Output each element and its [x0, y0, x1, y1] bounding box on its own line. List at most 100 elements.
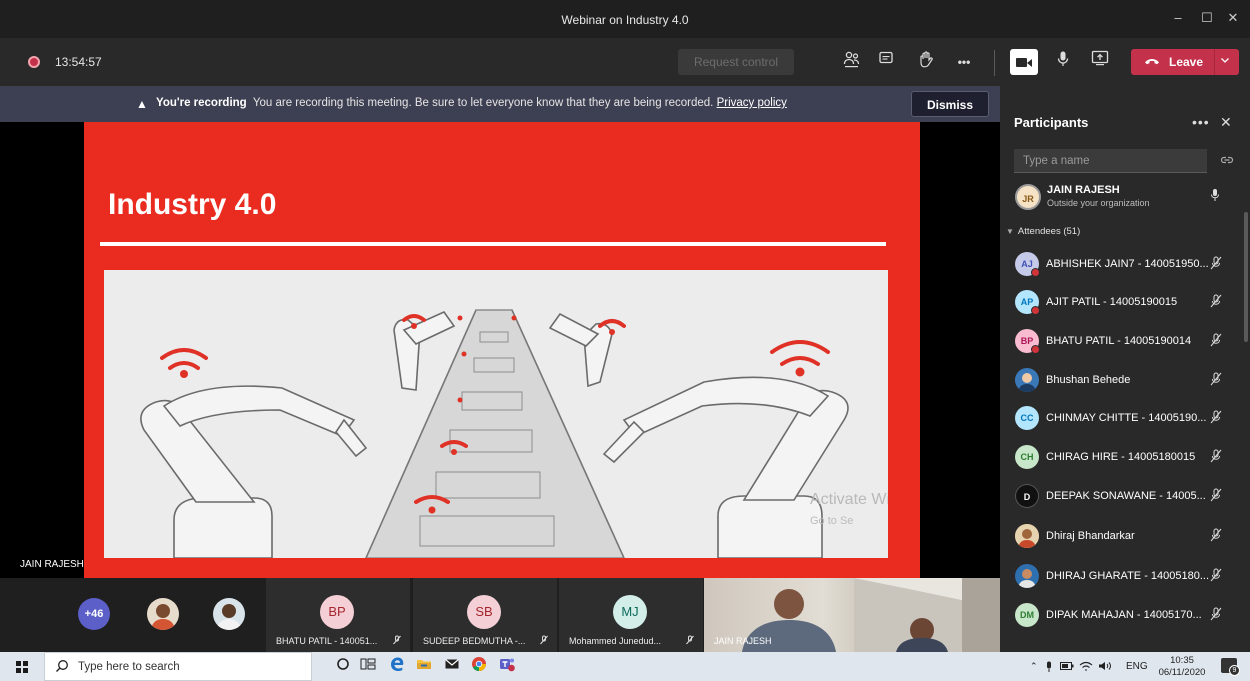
more-actions-icon[interactable]: ••• [952, 50, 976, 74]
list-item[interactable]: BP BHATU PATIL - 14005190014 [1014, 327, 1238, 357]
participant-photo-avatar[interactable] [147, 598, 179, 630]
microphone-icon[interactable] [1051, 50, 1075, 74]
edge-browser-icon[interactable] [386, 656, 408, 678]
taskbar-search-placeholder: Type here to search [78, 661, 180, 673]
mic-off-icon [1210, 449, 1222, 466]
recording-message: You're recording You are recording this … [156, 97, 787, 109]
participant-name: DHIRAJ GHARATE - 14005180... [1046, 570, 1210, 582]
tile-name: Mohammed Junedud... [569, 636, 662, 646]
participant-name: CHIRAG HIRE - 14005180015 [1046, 451, 1196, 463]
taskbar-clock[interactable]: 10:35 06/11/2020 [1157, 655, 1207, 679]
mic-off-icon [1210, 488, 1222, 505]
windows-start-icon[interactable] [16, 661, 28, 673]
mic-off-icon [1210, 568, 1222, 585]
share-invite-link-icon[interactable] [1220, 154, 1234, 169]
shared-content-stage: Industry 4.0 Activate Wi Go to Se JAIN R… [0, 122, 1000, 578]
participant-search-input[interactable] [1014, 149, 1207, 173]
panel-more-icon[interactable]: ••• [1192, 114, 1210, 130]
raise-hand-icon[interactable] [914, 50, 938, 74]
organizer-subtitle: Outside your organization [1047, 198, 1150, 208]
video-name-label: JAIN RAJESH [714, 636, 772, 646]
watermark-text-2: Go to Se [810, 515, 853, 527]
tile-avatar: BP [320, 595, 354, 629]
request-control-button[interactable]: Request control [678, 49, 794, 75]
toolbar-divider [994, 50, 995, 76]
chat-icon[interactable] [874, 50, 898, 74]
share-screen-icon[interactable] [1088, 50, 1112, 74]
tray-microphone-icon[interactable] [1045, 661, 1053, 676]
participant-photo-avatar[interactable] [213, 598, 245, 630]
camera-icon [1016, 58, 1027, 67]
list-item[interactable]: CH CHIRAG HIRE - 14005180015 [1014, 443, 1238, 473]
notification-count-badge: 9 [1229, 665, 1240, 676]
task-view-icon[interactable] [357, 656, 379, 678]
notification-center-icon[interactable]: 9 [1221, 658, 1240, 676]
participant-name: ABHISHEK JAIN7 - 140051950... [1046, 258, 1209, 270]
chrome-icon[interactable] [468, 656, 490, 678]
show-hidden-icons-chevron-icon[interactable]: ⌃ [1030, 661, 1038, 672]
chevron-down-icon: ▼ [1006, 227, 1014, 236]
recording-banner: ▲ You're recording You are recording thi… [0, 86, 1000, 122]
list-item[interactable]: D DEEPAK SONAWANE - 14005... [1014, 482, 1238, 512]
participant-tile[interactable]: MJ Mohammed Junedud... [559, 578, 703, 652]
tile-name: BHATU PATIL - 140051... [276, 636, 378, 646]
dismiss-button[interactable]: Dismiss [911, 91, 989, 117]
participant-name: DEEPAK SONAWANE - 14005... [1046, 490, 1206, 502]
list-item[interactable]: DM DIPAK MAHAJAN - 14005170... [1014, 601, 1238, 631]
microphone-icon [1210, 188, 1220, 205]
mail-icon[interactable] [441, 656, 463, 678]
mic-off-icon [1210, 607, 1222, 624]
language-indicator[interactable]: ENG [1126, 661, 1148, 672]
cortana-icon[interactable] [332, 656, 354, 678]
mic-off-icon [1210, 410, 1222, 427]
organizer-row[interactable]: JR JAIN RAJESH Outside your organization [1012, 182, 1242, 212]
close-window-button[interactable]: ✕ [1223, 10, 1243, 26]
mic-off-icon [539, 635, 549, 647]
speaker-name-label: JAIN RAJESH [20, 559, 84, 570]
file-explorer-icon[interactable] [413, 656, 435, 678]
slide-title: Industry 4.0 [108, 188, 277, 221]
teams-app-icon[interactable] [496, 656, 518, 678]
list-item[interactable]: AP AJIT PATIL - 14005190015 [1014, 288, 1238, 318]
leave-options-chevron-down-icon[interactable] [1220, 54, 1230, 68]
speaker-video-tile[interactable]: JAIN RAJESH [704, 578, 1000, 652]
tile-avatar: MJ [613, 595, 647, 629]
title-bar: Webinar on Industry 4.0 – ☐ ✕ [0, 0, 1250, 38]
warning-icon: ▲ [136, 97, 148, 111]
mic-off-icon [1210, 294, 1222, 311]
panel-close-icon[interactable]: ✕ [1220, 114, 1232, 131]
slide-divider [100, 242, 886, 246]
list-item[interactable]: Bhushan Behede [1014, 366, 1238, 396]
participants-panel: Participants ••• ✕ JR JAIN RAJESH Outsid… [1000, 86, 1250, 652]
recording-indicator-icon [28, 56, 40, 68]
maximize-button[interactable]: ☐ [1197, 10, 1217, 26]
list-item[interactable]: CC CHINMAY CHITTE - 14005190... [1014, 404, 1238, 434]
mic-off-icon [685, 635, 695, 647]
attendees-section-header[interactable]: ▼ Attendees (51) [1006, 226, 1080, 237]
minimize-button[interactable]: – [1168, 10, 1188, 25]
teams-window: Webinar on Industry 4.0 – ☐ ✕ 13:54:57 R… [0, 0, 1250, 681]
volume-icon[interactable] [1098, 661, 1112, 674]
list-item[interactable]: DHIRAJ GHARATE - 14005180... [1014, 562, 1238, 592]
participant-tile[interactable]: SB SUDEEP BEDMUTHA -... [413, 578, 557, 652]
participant-photo-avatar [1015, 564, 1039, 588]
taskbar-search-box[interactable]: Type here to search [44, 652, 312, 681]
list-item[interactable]: Dhiraj Bhandarkar [1014, 522, 1238, 552]
participant-name: DIPAK MAHAJAN - 14005170... [1046, 609, 1202, 621]
network-icon[interactable] [1079, 661, 1093, 674]
hang-up-icon [1143, 54, 1161, 71]
status-badge [1031, 268, 1040, 277]
leave-button[interactable]: Leave [1131, 49, 1239, 75]
participants-icon[interactable] [840, 50, 864, 74]
privacy-policy-link[interactable]: Privacy policy [717, 97, 787, 109]
battery-icon[interactable] [1060, 661, 1074, 674]
participant-name: AJIT PATIL - 14005190015 [1046, 296, 1178, 308]
attendees-heading: Attendees (51) [1017, 226, 1081, 237]
search-icon [55, 659, 69, 676]
camera-toggle-button[interactable] [1010, 49, 1038, 75]
participant-tile[interactable]: BP BHATU PATIL - 140051... [266, 578, 410, 652]
more-participants-badge[interactable]: +46 [78, 598, 110, 630]
list-item[interactable]: AJ ABHISHEK JAIN7 - 140051950... [1014, 250, 1238, 280]
panel-scrollbar[interactable] [1244, 212, 1248, 342]
robot-assembly-line-illustration: Activate Wi Go to Se [104, 270, 888, 558]
